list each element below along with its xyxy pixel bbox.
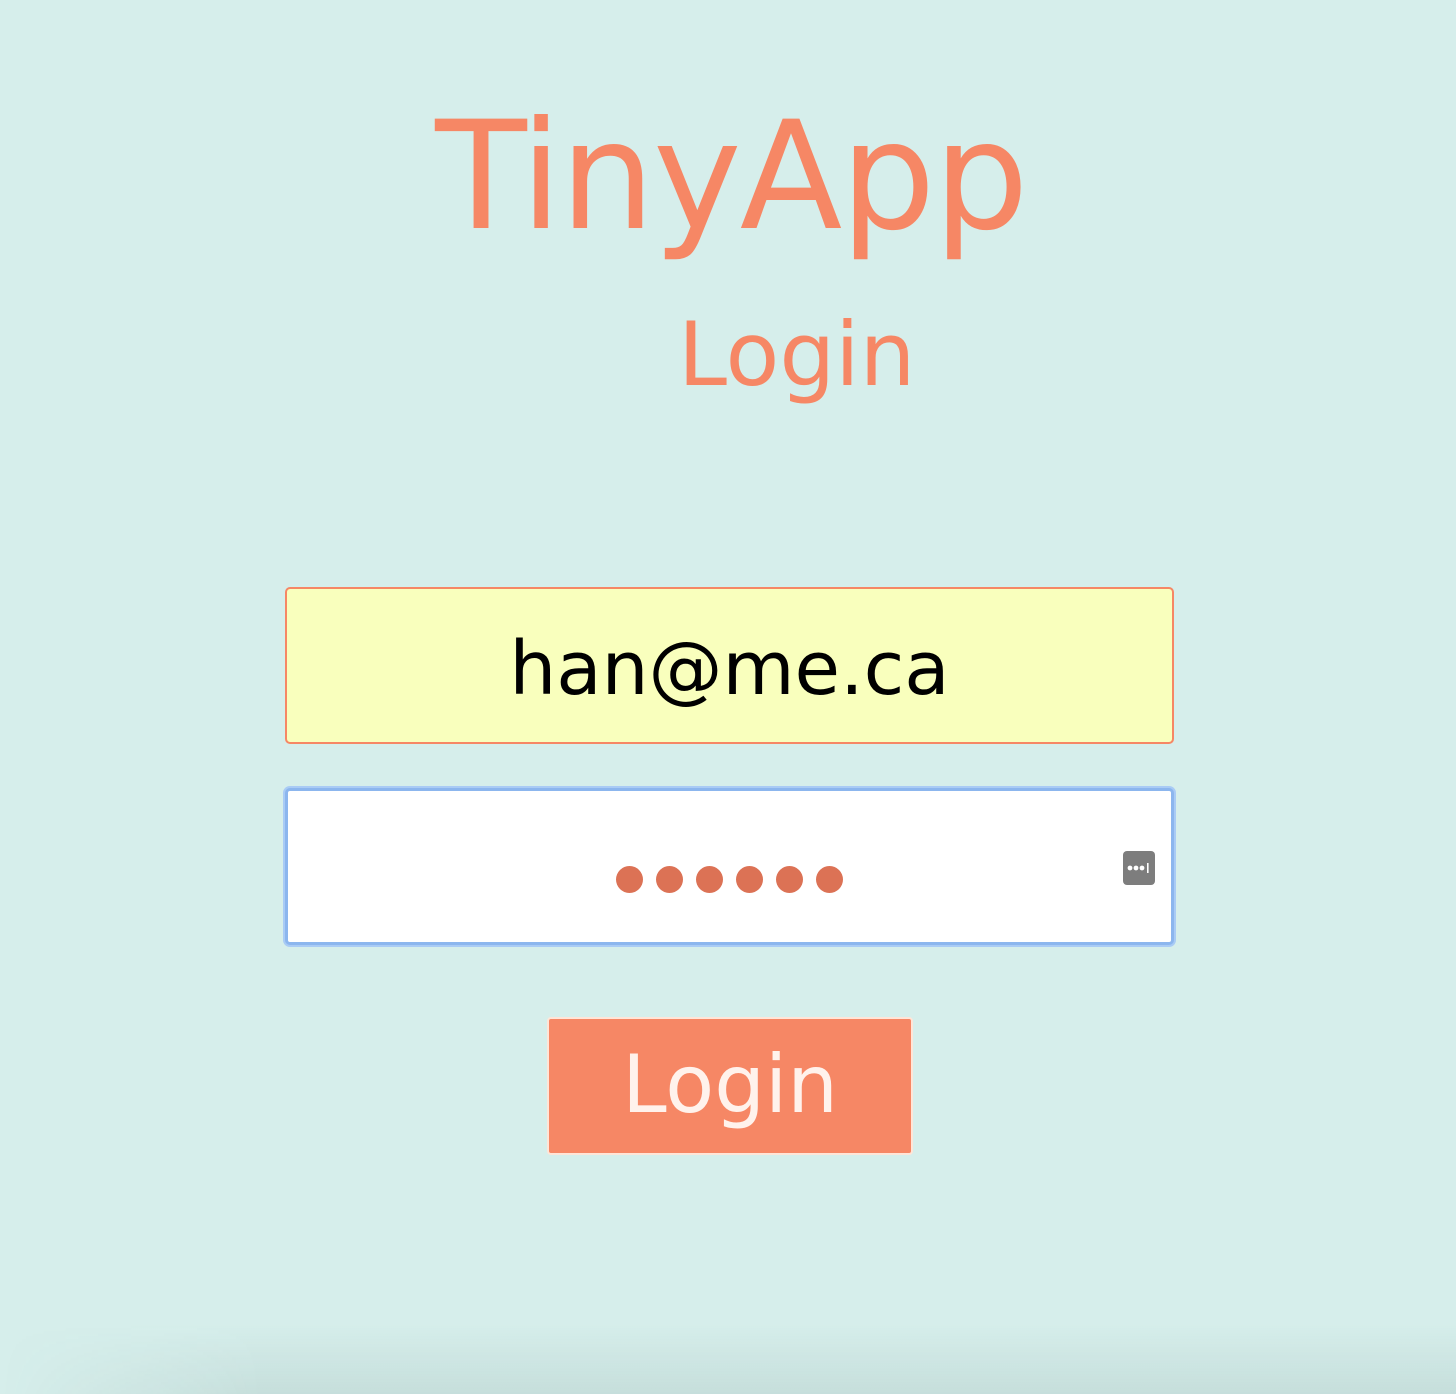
password-mask [616,866,843,893]
password-key-icon[interactable] [1123,851,1155,885]
password-dot [776,866,803,893]
email-value: han@me.ca [509,625,950,712]
password-dot [656,866,683,893]
window-shadow [0,1324,1456,1394]
password-field[interactable] [285,788,1174,945]
password-dot [696,866,723,893]
login-page: TinyApp Login han@me.ca Login [0,0,1456,1394]
login-button[interactable]: Login [547,1017,913,1155]
page-title: Login [678,303,916,406]
password-dot [736,866,763,893]
app-title: TinyApp [435,90,1029,264]
password-dot [816,866,843,893]
password-dot [616,866,643,893]
email-field[interactable]: han@me.ca [285,587,1174,744]
